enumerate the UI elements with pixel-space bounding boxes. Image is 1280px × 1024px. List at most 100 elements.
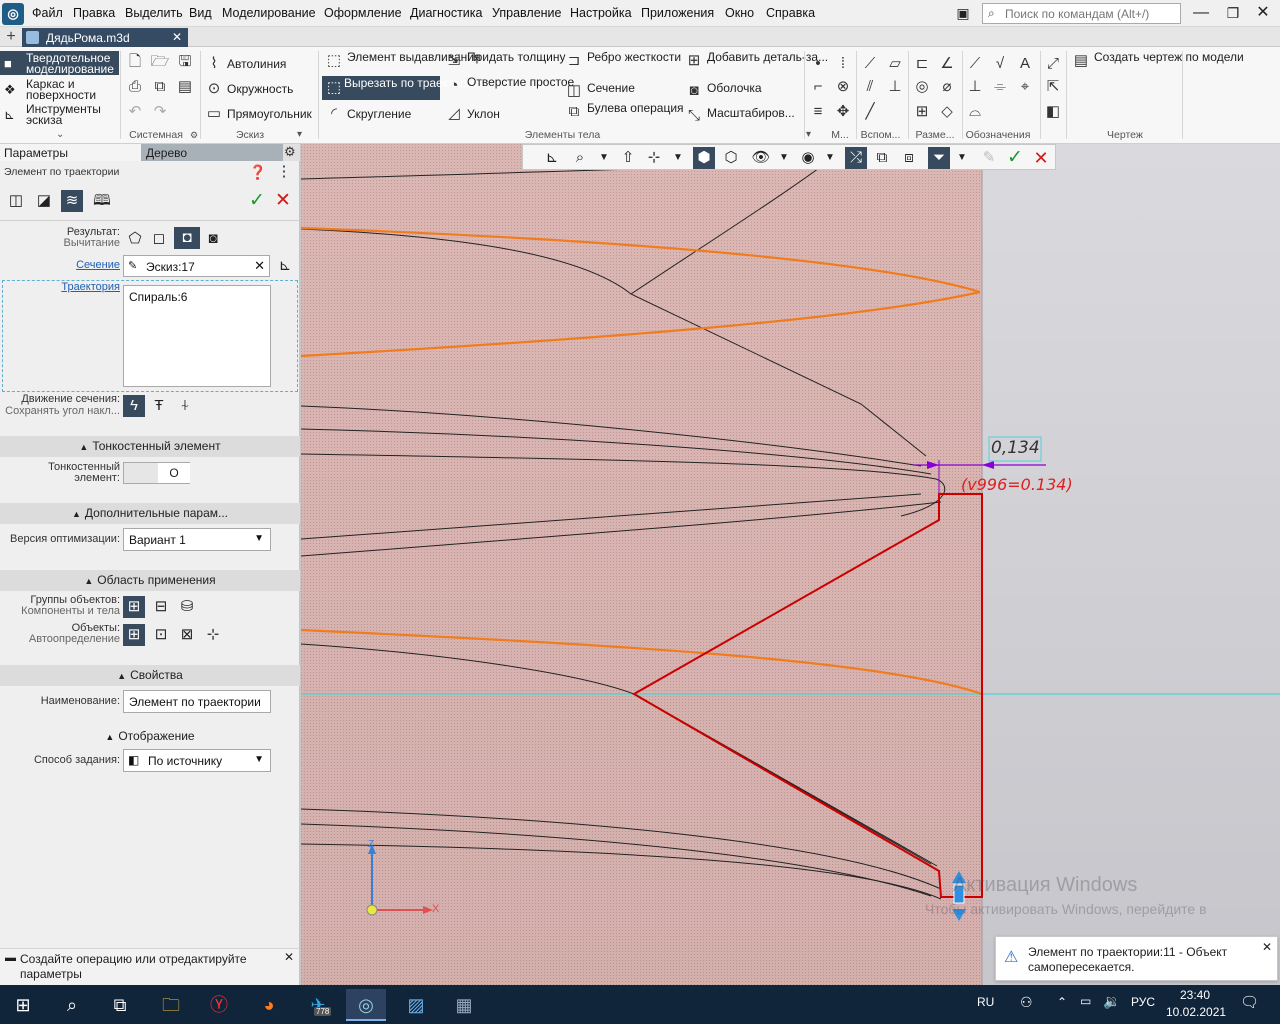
close-hint-icon[interactable]: ✕	[284, 950, 294, 964]
orient-icon[interactable]: ⇧	[617, 147, 639, 169]
array-icon[interactable]: ⁞	[833, 54, 853, 74]
method-select[interactable]: ◧ По источнику ▼	[123, 749, 271, 772]
solid-body-icon[interactable]: ◻	[148, 228, 170, 250]
copy-geometry-icon[interactable]: ⊗	[833, 77, 853, 97]
bodies-icon[interactable]: ⛁	[176, 596, 198, 618]
minimize-icon[interactable]: —	[1186, 2, 1216, 24]
yandex-browser-icon[interactable]: Ⓨ	[199, 989, 239, 1021]
filter-dropdown-icon[interactable]: ▼	[951, 147, 973, 169]
menu-modeling[interactable]: Моделирование	[222, 6, 316, 20]
model-viewport[interactable]: 0,134 (v996=0.134) Z X Активация Windows…	[301, 144, 1280, 985]
parallel-motion-icon[interactable]: Ŧ	[148, 395, 170, 417]
all-objects-icon[interactable]: ⊡	[150, 624, 172, 646]
visibility-dropdown-icon[interactable]: ▼	[773, 147, 795, 169]
diameter-dim-icon[interactable]: ⌀	[937, 77, 957, 97]
hole-button[interactable]: ◔ Отверстие простое	[445, 76, 574, 99]
orient-dropdown-icon[interactable]: ▼	[667, 147, 689, 169]
orthogonal-motion-icon[interactable]: ⍭	[174, 395, 196, 417]
shading-icon[interactable]: ◧	[1043, 102, 1063, 122]
sketch-page-icon[interactable]: ◪	[33, 190, 55, 212]
edit-icon[interactable]: ✎	[978, 147, 1000, 169]
optimization-select[interactable]: Вариант 1 ▼	[123, 528, 271, 551]
menu-settings[interactable]: Настройка	[570, 6, 632, 20]
menu-edit[interactable]: Правка	[73, 6, 115, 20]
section-field[interactable]: ✎ Эскиз:17 ✕	[123, 255, 270, 277]
properties-section-header[interactable]: ▲ Свойства	[0, 665, 300, 686]
document-tab[interactable]: ДядьРома.m3d ✕	[22, 28, 188, 47]
section-button[interactable]: ◫ Сечение	[565, 82, 675, 100]
menu-format[interactable]: Оформление	[324, 6, 402, 20]
components-bodies-icon[interactable]: ⊞	[123, 596, 145, 618]
app-icon[interactable]: ◕	[249, 989, 289, 1021]
selected-objects-icon[interactable]: ⊠	[176, 624, 198, 646]
mode-sketch-tools[interactable]: ⊾ Инструменты эскиза	[0, 102, 119, 126]
notifications-icon[interactable]: 🗨	[1240, 993, 1259, 1011]
restore-icon[interactable]: ❐	[1218, 2, 1248, 24]
tolerance-icon[interactable]: ⌯	[990, 77, 1010, 97]
autoline-button[interactable]: ⌇ Автолиния	[205, 55, 315, 73]
people-icon[interactable]: ⚇	[1020, 994, 1033, 1011]
save-icon[interactable]: 🖫	[175, 52, 195, 72]
lcs-view-icon[interactable]: ⧉	[871, 147, 893, 169]
notification-toast[interactable]: ⚠ Элемент по траектории:11 - Объект само…	[995, 936, 1278, 981]
rectangle-button[interactable]: ▭ Прямоугольник	[205, 105, 320, 123]
menu-help[interactable]: Справка	[766, 6, 815, 20]
calculator-icon[interactable]: ▦	[444, 989, 484, 1021]
components-icon[interactable]: ⊟	[150, 596, 172, 618]
sweep-cut-button[interactable]: ⬚ Вырезать по траектории	[322, 76, 480, 100]
menu-select[interactable]: Выделить	[125, 6, 183, 20]
wireframe-view-icon[interactable]: ⬡	[720, 147, 742, 169]
intersect-icon[interactable]: ◙	[202, 228, 224, 250]
offset-plane-icon[interactable]: ⫽	[860, 77, 880, 97]
book-page-icon[interactable]: 🕮	[91, 190, 113, 212]
mode-wireframe-surfaces[interactable]: ❖ Каркас и поверхности	[0, 77, 119, 101]
subtract-icon[interactable]: ◘	[174, 227, 200, 249]
trajectory-link[interactable]: Траектория	[0, 281, 120, 293]
search-icon[interactable]: ⌕	[52, 989, 92, 1021]
radial-dim-icon[interactable]: ◎	[912, 77, 932, 97]
roughness-icon[interactable]: √	[990, 54, 1010, 74]
leader-icon[interactable]: ⟋	[965, 54, 985, 74]
display-section-header[interactable]: ▲ Отображение	[0, 729, 300, 743]
shaded-view-icon[interactable]: ⬢	[693, 147, 715, 169]
thin-wall-toggle[interactable]: O	[123, 462, 190, 484]
layers-icon[interactable]: ⧈	[898, 147, 920, 169]
trajectory-list[interactable]: Спираль:6	[123, 285, 271, 387]
sketch-mode-icon[interactable]: ⊾	[541, 147, 563, 169]
gear-icon[interactable]: ⚙	[284, 145, 298, 159]
print-icon[interactable]: ⎙	[125, 77, 145, 97]
select-from-tree-icon[interactable]: ⊾	[274, 255, 296, 277]
thicken-button[interactable]: ⇲ Придать толщину	[445, 51, 566, 74]
union-icon[interactable]: ⬠	[124, 228, 146, 250]
shell-button[interactable]: ◙ Оболочка	[685, 82, 800, 100]
open-folder-icon[interactable]: 🗁	[150, 52, 170, 72]
clear-icon[interactable]: ✕	[254, 258, 265, 274]
hud-cancel-icon[interactable]: ✕	[1030, 147, 1052, 169]
auto-dim-icon[interactable]: ⊞	[912, 102, 932, 122]
kompas-taskbar-icon[interactable]: ◎	[346, 989, 386, 1021]
boolean-button[interactable]: ⧉ Булева операция	[565, 102, 684, 125]
point-icon[interactable]: •	[808, 54, 828, 74]
lang-indicator[interactable]: RU	[977, 995, 994, 1009]
menu-file[interactable]: Файл	[32, 6, 63, 20]
tab-parameters[interactable]: Параметры	[0, 144, 141, 161]
menu-manage[interactable]: Управление	[492, 6, 562, 20]
fillet-button[interactable]: ◜ Скругление	[325, 105, 435, 123]
lcs-icon[interactable]: ⊥	[885, 77, 905, 97]
windows-start-icon[interactable]: ⊞	[3, 989, 43, 1021]
params-page-icon[interactable]: ◫	[5, 190, 27, 212]
chamfer-dim-icon[interactable]: ◇	[937, 102, 957, 122]
dropdown-icon[interactable]: ▾	[806, 129, 811, 140]
plane-icon[interactable]: ▱	[885, 54, 905, 74]
scale-button[interactable]: ⤡ Масштабиров...	[685, 107, 800, 125]
mirror-icon[interactable]: ⌐	[808, 77, 828, 97]
thin-wall-section-header[interactable]: ▲ Тонкостенный элемент	[0, 436, 300, 457]
volume-icon[interactable]: 🔉	[1103, 993, 1120, 1010]
display-icon[interactable]: ◉	[797, 147, 819, 169]
photos-icon[interactable]: ▨	[396, 989, 436, 1021]
extra-params-section-header[interactable]: ▲ Дополнительные парам...	[0, 503, 300, 524]
menu-apps[interactable]: Приложения	[641, 6, 714, 20]
help-icon[interactable]: ❓	[247, 161, 269, 183]
undo-icon[interactable]: ↶	[125, 102, 145, 122]
move-icon[interactable]: ✥	[833, 102, 853, 122]
